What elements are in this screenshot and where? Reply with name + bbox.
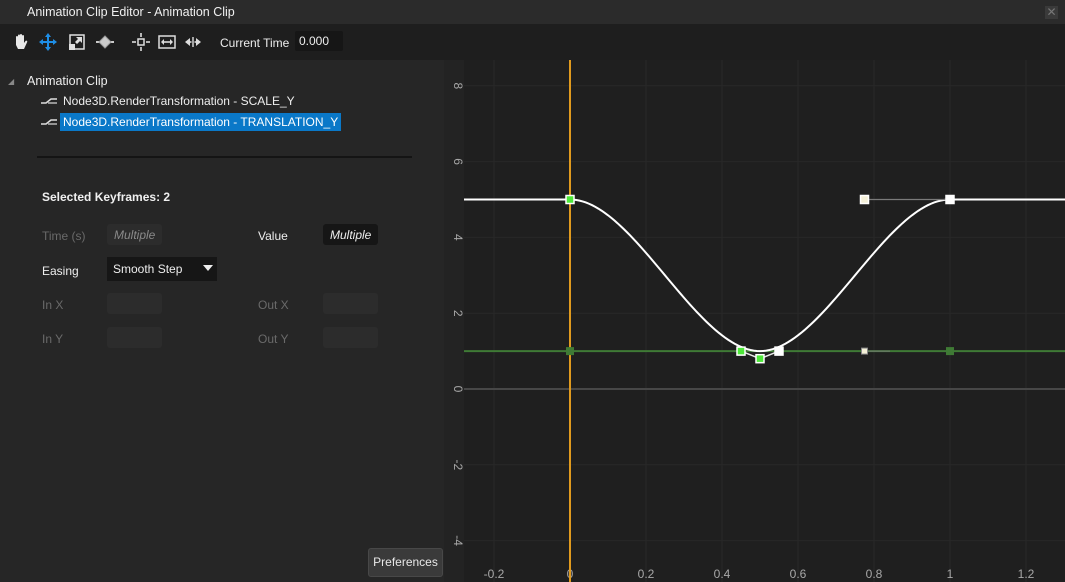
in-x-label: In X	[42, 298, 64, 312]
toolbar: Current Time 0.000	[0, 24, 1065, 60]
tree-root-animation-clip[interactable]: ◢ Animation Clip	[8, 73, 108, 89]
tangent-handle[interactable]	[736, 346, 746, 356]
track-label: Node3D.RenderTransformation - SCALE_Y	[63, 94, 295, 108]
current-time-label: Current Time	[220, 36, 290, 50]
x-tick-label: 1.2	[1018, 567, 1035, 581]
curve-track-icon	[41, 98, 57, 104]
divider	[37, 156, 412, 158]
in-x-field[interactable]	[107, 293, 162, 314]
track-scale-y[interactable]: Node3D.RenderTransformation - SCALE_Y	[40, 91, 298, 111]
keyframe-translation-y[interactable]	[945, 194, 955, 205]
scale-icon[interactable]	[67, 32, 87, 52]
y-tick-label: -4	[451, 535, 465, 546]
plot-background	[444, 60, 1065, 582]
close-icon[interactable]: ✕	[1045, 6, 1058, 19]
crosshair-icon[interactable]	[131, 32, 151, 52]
x-tick-label: 0.8	[866, 567, 883, 581]
y-tick-label: 0	[451, 386, 465, 393]
in-y-label: In Y	[42, 332, 64, 346]
expand-arrow-icon[interactable]: ◢	[8, 77, 20, 86]
diamond-keyframe-icon[interactable]	[95, 32, 115, 52]
out-x-label: Out X	[258, 298, 289, 312]
selected-keyframes-count: 2	[163, 190, 171, 204]
current-time-input[interactable]: 0.000	[295, 31, 343, 51]
in-y-field[interactable]	[107, 327, 162, 348]
keyframe-translation-y[interactable]	[755, 353, 765, 364]
easing-dropdown[interactable]: Smooth Step	[107, 257, 217, 281]
tangent-handle[interactable]	[774, 346, 784, 356]
curve-editor-canvas[interactable]: -0.200.20.40.60.811.2-4-202468	[444, 60, 1065, 582]
curve-editor[interactable]: -0.200.20.40.60.811.2-4-202468	[444, 60, 1065, 582]
keyframe-scale-y[interactable]	[946, 347, 954, 356]
x-tick-label: 0.2	[638, 567, 655, 581]
time-label: Time (s)	[42, 229, 86, 243]
easing-label: Easing	[42, 264, 79, 278]
value-label: Value	[258, 229, 288, 243]
move-arrows-icon[interactable]	[38, 32, 58, 52]
left-panel: ◢ Animation Clip Node3D.RenderTransforma…	[0, 60, 444, 582]
window-title: Animation Clip Editor - Animation Clip	[27, 5, 235, 19]
hand-icon[interactable]	[11, 32, 31, 52]
out-y-field[interactable]	[323, 327, 378, 348]
keyframe-scale-y[interactable]	[566, 347, 574, 356]
track-label: Node3D.RenderTransformation - TRANSLATIO…	[60, 113, 342, 131]
y-tick-label: -2	[451, 459, 465, 470]
y-tick-label: 6	[451, 158, 465, 165]
x-tick-label: 0.6	[790, 567, 807, 581]
selected-keyframes-label: Selected Keyframes:	[42, 190, 161, 204]
y-tick-label: 4	[451, 234, 465, 241]
y-axis-strip	[444, 60, 464, 582]
y-tick-label: 2	[451, 310, 465, 317]
easing-value: Smooth Step	[113, 262, 183, 276]
value-field[interactable]: Multiple	[323, 224, 378, 245]
track-translation-y[interactable]: Node3D.RenderTransformation - TRANSLATIO…	[40, 112, 342, 132]
selected-keyframes: Selected Keyframes: 2	[42, 190, 170, 204]
x-tick-label: 1	[947, 567, 954, 581]
time-field[interactable]: Multiple	[107, 224, 162, 245]
x-tick-label: -0.2	[484, 567, 505, 581]
tangent-handle[interactable]	[859, 194, 870, 205]
x-tick-label: 0.4	[714, 567, 731, 581]
title-bar: Animation Clip Editor - Animation Clip ✕	[0, 0, 1065, 24]
out-x-field[interactable]	[323, 293, 378, 314]
preferences-button[interactable]: Preferences	[368, 548, 443, 577]
y-tick-label: 8	[451, 82, 465, 89]
chevron-down-icon	[203, 265, 213, 271]
tangent-handle[interactable]	[861, 347, 868, 355]
fit-horizontal-icon[interactable]	[157, 32, 177, 52]
expand-horizontal-icon[interactable]	[183, 32, 203, 52]
tree-root-label: Animation Clip	[27, 74, 108, 88]
keyframe-translation-y[interactable]	[565, 194, 575, 205]
out-y-label: Out Y	[258, 332, 289, 346]
curve-track-icon	[41, 119, 57, 125]
